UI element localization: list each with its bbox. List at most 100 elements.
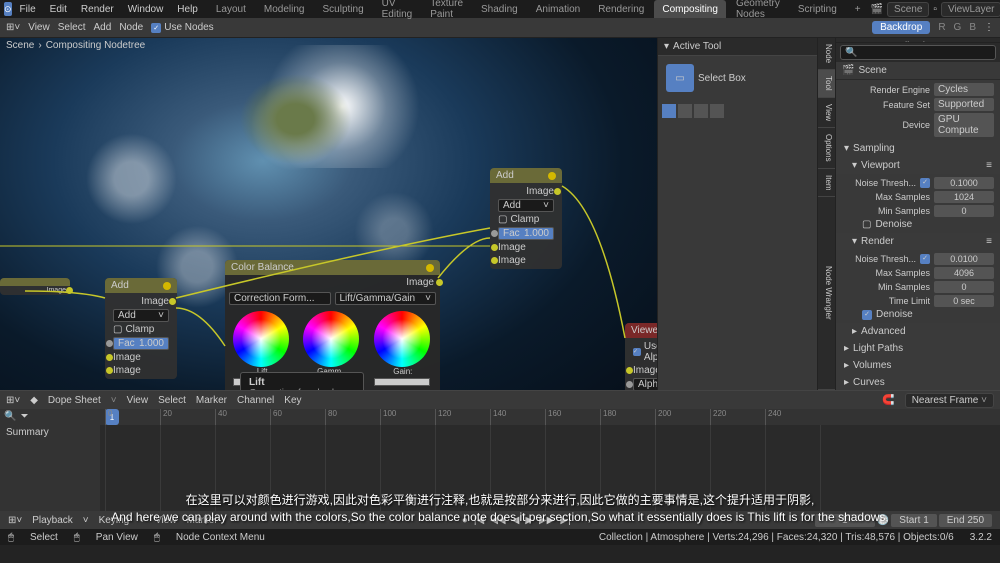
noise-thresh-checkbox[interactable]: ✓ bbox=[920, 178, 930, 188]
menu-render[interactable]: Render bbox=[75, 4, 120, 15]
marker-menu[interactable]: Marker bbox=[187, 515, 218, 526]
clamp-checkbox[interactable]: ▢ bbox=[498, 214, 507, 225]
channel-b[interactable]: B bbox=[969, 22, 976, 33]
breadcrumb-nodetree[interactable]: Compositing Nodetree bbox=[46, 40, 146, 51]
jump-next-button[interactable]: ▶▶ bbox=[537, 515, 556, 526]
workspace-uv[interactable]: UV Editing bbox=[374, 0, 421, 18]
feature-set-dropdown[interactable]: Supported bbox=[934, 98, 994, 111]
editor-type-icon[interactable]: ⊞˅ bbox=[6, 22, 20, 33]
pin-icon[interactable] bbox=[163, 282, 171, 290]
tab-item[interactable]: Item bbox=[818, 169, 835, 198]
dope-menu-channel[interactable]: Channel bbox=[237, 395, 274, 406]
workspace-animation[interactable]: Animation bbox=[528, 0, 588, 18]
autokey-icon[interactable]: ● bbox=[460, 515, 470, 526]
jump-prev-button[interactable]: ◀◀ bbox=[488, 515, 507, 526]
viewlayer-selector[interactable]: ViewLayer bbox=[941, 2, 1000, 17]
max-samples-render-input[interactable]: 4096 bbox=[934, 267, 994, 279]
sampling-panel[interactable]: ▾Sampling bbox=[836, 140, 1000, 157]
tab-node[interactable]: Node bbox=[818, 38, 835, 70]
blend-dropdown[interactable]: Add˅ bbox=[498, 199, 554, 212]
preview-icon[interactable]: 🕐 bbox=[877, 515, 889, 526]
channel-g[interactable]: G bbox=[954, 22, 962, 33]
dope-mode[interactable]: ◆ bbox=[30, 395, 38, 406]
header-select[interactable]: Select bbox=[58, 22, 86, 33]
view-menu[interactable]: View bbox=[155, 515, 177, 526]
tab-tool[interactable]: Tool bbox=[818, 70, 835, 98]
end-frame-input[interactable]: End 250 bbox=[939, 514, 992, 527]
snap-mode-dropdown[interactable]: Nearest Frame ˅ bbox=[905, 393, 994, 408]
workspace-geonodes[interactable]: Geometry Nodes bbox=[728, 0, 788, 18]
tool-option-icon[interactable] bbox=[710, 104, 724, 118]
editor-type-icon[interactable]: ⊞˅ bbox=[8, 515, 22, 526]
menu-file[interactable]: File bbox=[14, 4, 42, 15]
start-frame-input[interactable]: Start 1 bbox=[891, 514, 936, 527]
light-paths-panel[interactable]: ▸Light Paths bbox=[836, 340, 1000, 357]
list-icon[interactable]: ≡ bbox=[986, 160, 992, 171]
tool-option-icon[interactable] bbox=[678, 104, 692, 118]
snap-icon[interactable]: 🧲 bbox=[882, 395, 894, 406]
tool-option-icon[interactable] bbox=[694, 104, 708, 118]
denoise-checkbox[interactable]: ▢ bbox=[862, 219, 871, 230]
node-color-balance[interactable]: Color Balance Image Correction Form... L… bbox=[225, 260, 440, 390]
breadcrumb-scene[interactable]: Scene bbox=[6, 40, 34, 51]
workspace-scripting[interactable]: Scripting bbox=[790, 0, 845, 18]
tool-option-icon[interactable] bbox=[662, 104, 676, 118]
node-input-left[interactable]: Image bbox=[0, 278, 70, 295]
filter-icon[interactable]: ⏷ bbox=[20, 411, 28, 423]
workspace-modeling[interactable]: Modeling bbox=[256, 0, 313, 18]
channel-r[interactable]: R bbox=[938, 22, 945, 33]
pin-icon[interactable] bbox=[548, 172, 556, 180]
alpha-input[interactable]: Alpha1.000 bbox=[633, 378, 657, 390]
outliner-search[interactable] bbox=[840, 45, 996, 60]
volumes-panel[interactable]: ▸Volumes bbox=[836, 357, 1000, 374]
editor-type-icon[interactable]: ⊞˅ bbox=[6, 395, 20, 406]
noise-thresh-checkbox[interactable]: ✓ bbox=[920, 254, 930, 264]
node-viewer[interactable]: Viewer ✓Use Alpha Image Alpha1.000 Z1.00… bbox=[625, 323, 657, 390]
pin-icon[interactable] bbox=[426, 264, 434, 272]
curves-panel[interactable]: ▸Curves bbox=[836, 374, 1000, 390]
tab-nodewrangler[interactable]: Node Wrangler bbox=[818, 197, 835, 390]
render-engine-dropdown[interactable]: Cycles bbox=[934, 83, 994, 96]
correction-dropdown[interactable]: Correction Form... bbox=[229, 292, 331, 305]
clamp-checkbox[interactable]: ▢ bbox=[113, 324, 122, 335]
dope-menu-view[interactable]: View bbox=[127, 395, 149, 406]
viewport-subpanel[interactable]: ▾Viewport≡ bbox=[836, 157, 1000, 174]
advanced-subpanel[interactable]: ▸Advanced bbox=[836, 323, 1000, 340]
dope-menu-key[interactable]: Key bbox=[284, 395, 301, 406]
min-samples-render-input[interactable]: 0 bbox=[934, 281, 994, 293]
backdrop-toggle[interactable]: Backdrop bbox=[872, 21, 930, 34]
jump-first-button[interactable]: |◀ bbox=[472, 515, 486, 526]
node-editor-viewport[interactable]: Scene› Compositing Nodetree Image Add Im… bbox=[0, 38, 657, 390]
noise-thresh-input[interactable]: 0.1000 bbox=[934, 177, 994, 189]
scene-selector[interactable]: Scene bbox=[887, 2, 929, 17]
menu-edit[interactable]: Edit bbox=[44, 4, 73, 15]
menu-help[interactable]: Help bbox=[171, 4, 204, 15]
device-dropdown[interactable]: GPU Compute bbox=[934, 113, 994, 137]
workspace-compositing[interactable]: Compositing bbox=[654, 0, 726, 18]
select-box-icon[interactable]: ▭ bbox=[666, 64, 694, 92]
jump-last-button[interactable]: ▶| bbox=[558, 515, 572, 526]
dope-menu-marker[interactable]: Marker bbox=[196, 395, 227, 406]
active-tool-header[interactable]: ▾Active Tool bbox=[658, 38, 817, 56]
menu-window[interactable]: Window bbox=[122, 4, 170, 15]
use-alpha-checkbox[interactable]: Use Alpha bbox=[644, 341, 657, 363]
tab-view[interactable]: View bbox=[818, 98, 835, 128]
min-samples-input[interactable]: 0 bbox=[934, 205, 994, 217]
time-limit-input[interactable]: 0 sec bbox=[934, 295, 994, 307]
scene-name-field[interactable]: Scene bbox=[858, 65, 886, 76]
gain-wheel[interactable]: Gain: bbox=[374, 311, 432, 386]
workspace-sculpting[interactable]: Sculpting bbox=[315, 0, 372, 18]
playback-menu[interactable]: Playback bbox=[32, 515, 73, 526]
workspace-layout[interactable]: Layout bbox=[208, 0, 254, 18]
fac-input[interactable]: Fac1.000 bbox=[113, 337, 169, 350]
max-samples-input[interactable]: 1024 bbox=[934, 191, 994, 203]
play-reverse-button[interactable]: ◀ bbox=[510, 515, 522, 526]
workspace-rendering[interactable]: Rendering bbox=[590, 0, 652, 18]
list-icon[interactable]: ≡ bbox=[986, 236, 992, 247]
fac-input[interactable]: Fac1.000 bbox=[498, 227, 554, 240]
noise-thresh-render-input[interactable]: 0.0100 bbox=[934, 253, 994, 265]
header-view[interactable]: View bbox=[28, 22, 50, 33]
play-button[interactable]: ▶ bbox=[523, 515, 535, 526]
render-subpanel[interactable]: ▾Render≡ bbox=[836, 233, 1000, 250]
header-node[interactable]: Node bbox=[119, 22, 143, 33]
